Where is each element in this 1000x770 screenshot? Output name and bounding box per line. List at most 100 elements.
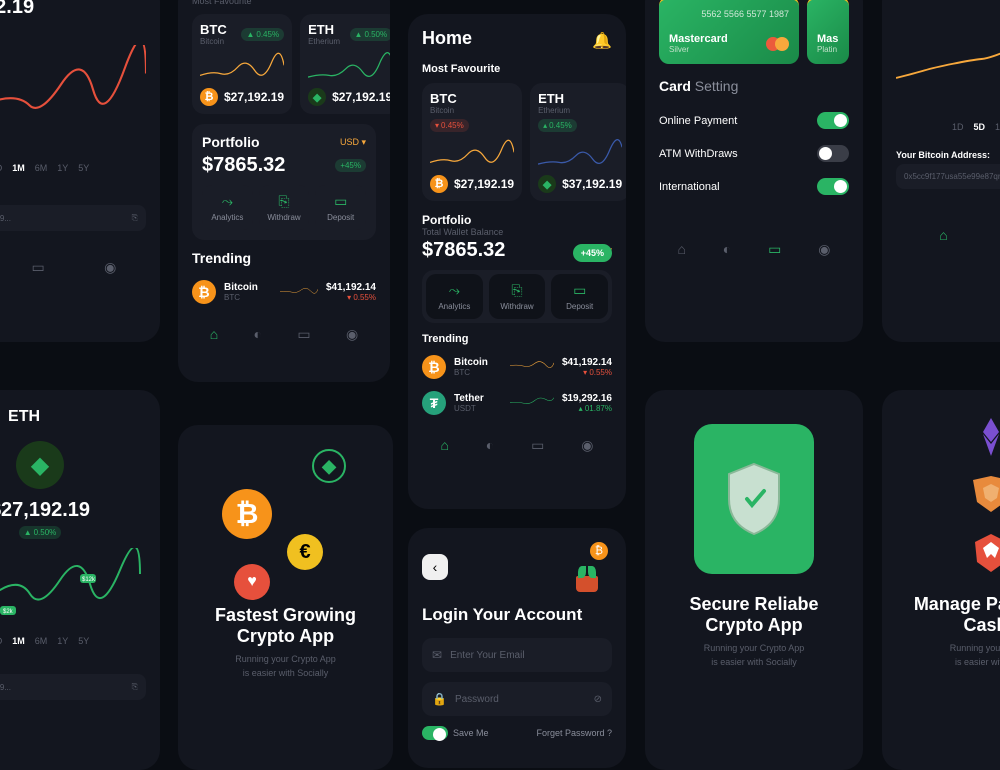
euro-icon: €: [287, 534, 323, 570]
nav-profile-icon[interactable]: ◉: [346, 326, 358, 343]
eth-card[interactable]: ETHEtherium▲0.50% ◆$27,192.19: [300, 14, 390, 114]
trending-title: Trending: [192, 250, 376, 266]
nav-profile-icon[interactable]: ◉: [104, 259, 116, 276]
coin-illustration: ₿ ◆ € ♥: [192, 439, 379, 599]
onboarding-fastest: ₿ ◆ € ♥ Fastest Growing Crypto App Runni…: [178, 425, 393, 770]
nav-chat-icon[interactable]: ◐: [486, 437, 494, 454]
time-range-selector[interactable]: 1D5D1M6M: [896, 122, 1000, 132]
address-box[interactable]: 0eei99e87qr0599...⎘: [0, 674, 146, 700]
nav-chat-icon[interactable]: ◐: [254, 326, 262, 343]
email-field[interactable]: ✉Enter Your Email: [422, 638, 612, 672]
onboarding-secure: Secure Reliabe Crypto App Running your C…: [645, 390, 863, 770]
eth-badge: ▴0.45%: [538, 119, 577, 132]
wallet-icons: [896, 414, 1000, 574]
portfolio-pct: +45%: [573, 244, 612, 262]
bottom-nav: ⌂ ◐ ▭ ◉: [192, 318, 376, 351]
bottom-nav: ⌂ ◐ ▭ ◉: [422, 429, 612, 462]
analytics-button[interactable]: ⤳Analytics: [202, 185, 253, 230]
nav-card-icon[interactable]: ▭: [32, 259, 45, 276]
mastercard-icon: [766, 37, 789, 51]
atm-toggle[interactable]: [817, 145, 849, 162]
eth-icon: ◆: [16, 441, 64, 489]
online-payment-toggle[interactable]: [817, 112, 849, 129]
onboarding-title: Manage Payn And Casho: [896, 594, 1000, 636]
login-title: Login Your Account: [422, 604, 612, 626]
trending-item-btc[interactable]: ₿ BitcoinBTC $41,192.14▾ 0.55%: [422, 349, 612, 385]
nav-card-icon[interactable]: ▭: [768, 241, 781, 258]
eye-off-icon[interactable]: ⊘: [594, 694, 602, 705]
bitcoin-icon: ₿: [222, 489, 272, 539]
card-settings-screen: 5562 5566 5577 1987 MastercardSilver Mas…: [645, 0, 863, 342]
onboarding-wallets: Manage Payn And Casho Running your Crypt…: [882, 390, 1000, 770]
nav-home-icon[interactable]: ⌂: [210, 326, 218, 343]
password-field[interactable]: 🔒Password⊘: [422, 682, 612, 716]
plant-icon: ₿: [562, 542, 612, 592]
shield-illustration: [694, 424, 814, 574]
nav-profile-icon[interactable]: ◉: [818, 241, 830, 258]
svg-text:$2k: $2k: [3, 609, 14, 615]
withdraw-button[interactable]: ⎘Withdraw: [259, 185, 310, 230]
eth-icon: ◆: [538, 175, 556, 193]
credit-card-2[interactable]: MasPlatin: [807, 0, 849, 64]
copy-icon[interactable]: ⎘: [132, 682, 138, 692]
portfolio-screen: Most Favourite BTCBitcoin▲0.45% ₿$27,192…: [178, 0, 390, 382]
deposit-button[interactable]: ▭Deposit: [551, 274, 608, 319]
nav-chat-icon[interactable]: ◐: [723, 241, 731, 258]
online-payment-setting: Online Payment: [659, 104, 849, 137]
portfolio-title: Portfolio: [202, 134, 260, 150]
fav-label: Most Favourite: [422, 63, 612, 75]
back-button[interactable]: ‹: [422, 554, 448, 580]
bottom-nav: ⌂ ◐ ▭ ◉: [659, 233, 849, 266]
home-screen: Home 🔔 Most Favourite BTCBitcoin ▾0.45% ₿…: [408, 14, 626, 509]
mail-icon: ✉: [432, 648, 442, 662]
nav-home-icon[interactable]: ⌂: [440, 437, 448, 454]
eth-card[interactable]: ETHEtherium ▴0.45% ◆$37,192.19: [530, 83, 626, 201]
address-label: Your Bitcoin Address:: [896, 150, 1000, 160]
credit-card[interactable]: 5562 5566 5577 1987 MastercardSilver: [659, 0, 799, 64]
btc-icon: ₿: [430, 175, 448, 193]
address-label: um Address:: [0, 191, 146, 201]
copy-icon[interactable]: ⎘: [132, 213, 138, 223]
change-badge: ▲ 0.50%: [19, 526, 62, 539]
page-title: Home: [422, 28, 472, 49]
price-chart: $12k: [896, 4, 1000, 114]
svg-text:$12k: $12k: [82, 577, 96, 583]
btc-card[interactable]: BTCBitcoin ▾0.45% ₿$27,192.19: [422, 83, 522, 201]
btc-card[interactable]: BTCBitcoin▲0.45% ₿$27,192.19: [192, 14, 292, 114]
bell-icon[interactable]: 🔔: [592, 31, 612, 51]
portfolio-value: $7865.32: [422, 239, 505, 262]
intl-toggle[interactable]: [817, 178, 849, 195]
nav-home-icon[interactable]: ⌂: [677, 241, 685, 258]
withdraw-button[interactable]: ⎘Withdraw: [489, 274, 546, 319]
portfolio-card: PortfolioUSD ▾ $7865.32+45% ⤳Analytics ⎘…: [192, 124, 376, 240]
brave-icon: [969, 530, 1000, 574]
trending-item-btc[interactable]: ₿ BitcoinBTC $41,192.14▾ 0.55%: [192, 274, 376, 310]
analytics-button[interactable]: ⤳Analytics: [426, 274, 483, 319]
price-display: $27,192.19: [0, 0, 146, 19]
page-indicator: [896, 699, 1000, 703]
detail-screen-right: $12k 1D5D1M6M Your Bitcoin Address: 0x5c…: [882, 0, 1000, 342]
price-display: $27,192.19: [0, 499, 146, 522]
currency-selector[interactable]: USD ▾: [340, 137, 366, 148]
nav-home-icon[interactable]: ⌂: [939, 227, 947, 243]
deposit-button[interactable]: ▭Deposit: [315, 185, 366, 230]
time-range-selector[interactable]: 5D1M6M1Y5Y: [0, 163, 146, 173]
intl-setting: International: [659, 170, 849, 203]
nav-card-icon[interactable]: ▭: [531, 437, 544, 454]
address-box[interactable]: 0eei99e87qr0599...⎘: [0, 205, 146, 231]
forgot-link[interactable]: Forget Password ?: [536, 728, 612, 738]
portfolio-pct: +45%: [335, 159, 366, 172]
eth-detail-screen: therium ETH ◆ $27,192.19 ▲ 0.50% $2k$12k…: [0, 390, 160, 770]
btc-icon: ₿: [200, 88, 218, 106]
time-range-selector[interactable]: 5D1M6M1Y5Y: [0, 636, 146, 646]
nav-card-icon[interactable]: ▭: [297, 326, 310, 343]
coin-symbol: ETH: [8, 408, 40, 426]
save-toggle[interactable]: [422, 726, 448, 740]
address-box[interactable]: 0x5cc9f177usa55e99e87qr0599...: [896, 164, 1000, 189]
address-label: um Address:: [0, 660, 146, 670]
onboarding-title: Fastest Growing Crypto App: [192, 605, 379, 647]
trending-item-usdt[interactable]: ₮ TetherUSDT $19,292.16▴ 01.87%: [422, 385, 612, 421]
atm-setting: ATM WithDraws: [659, 137, 849, 170]
nav-profile-icon[interactable]: ◉: [581, 437, 593, 454]
eth-icon: ◆: [308, 88, 326, 106]
